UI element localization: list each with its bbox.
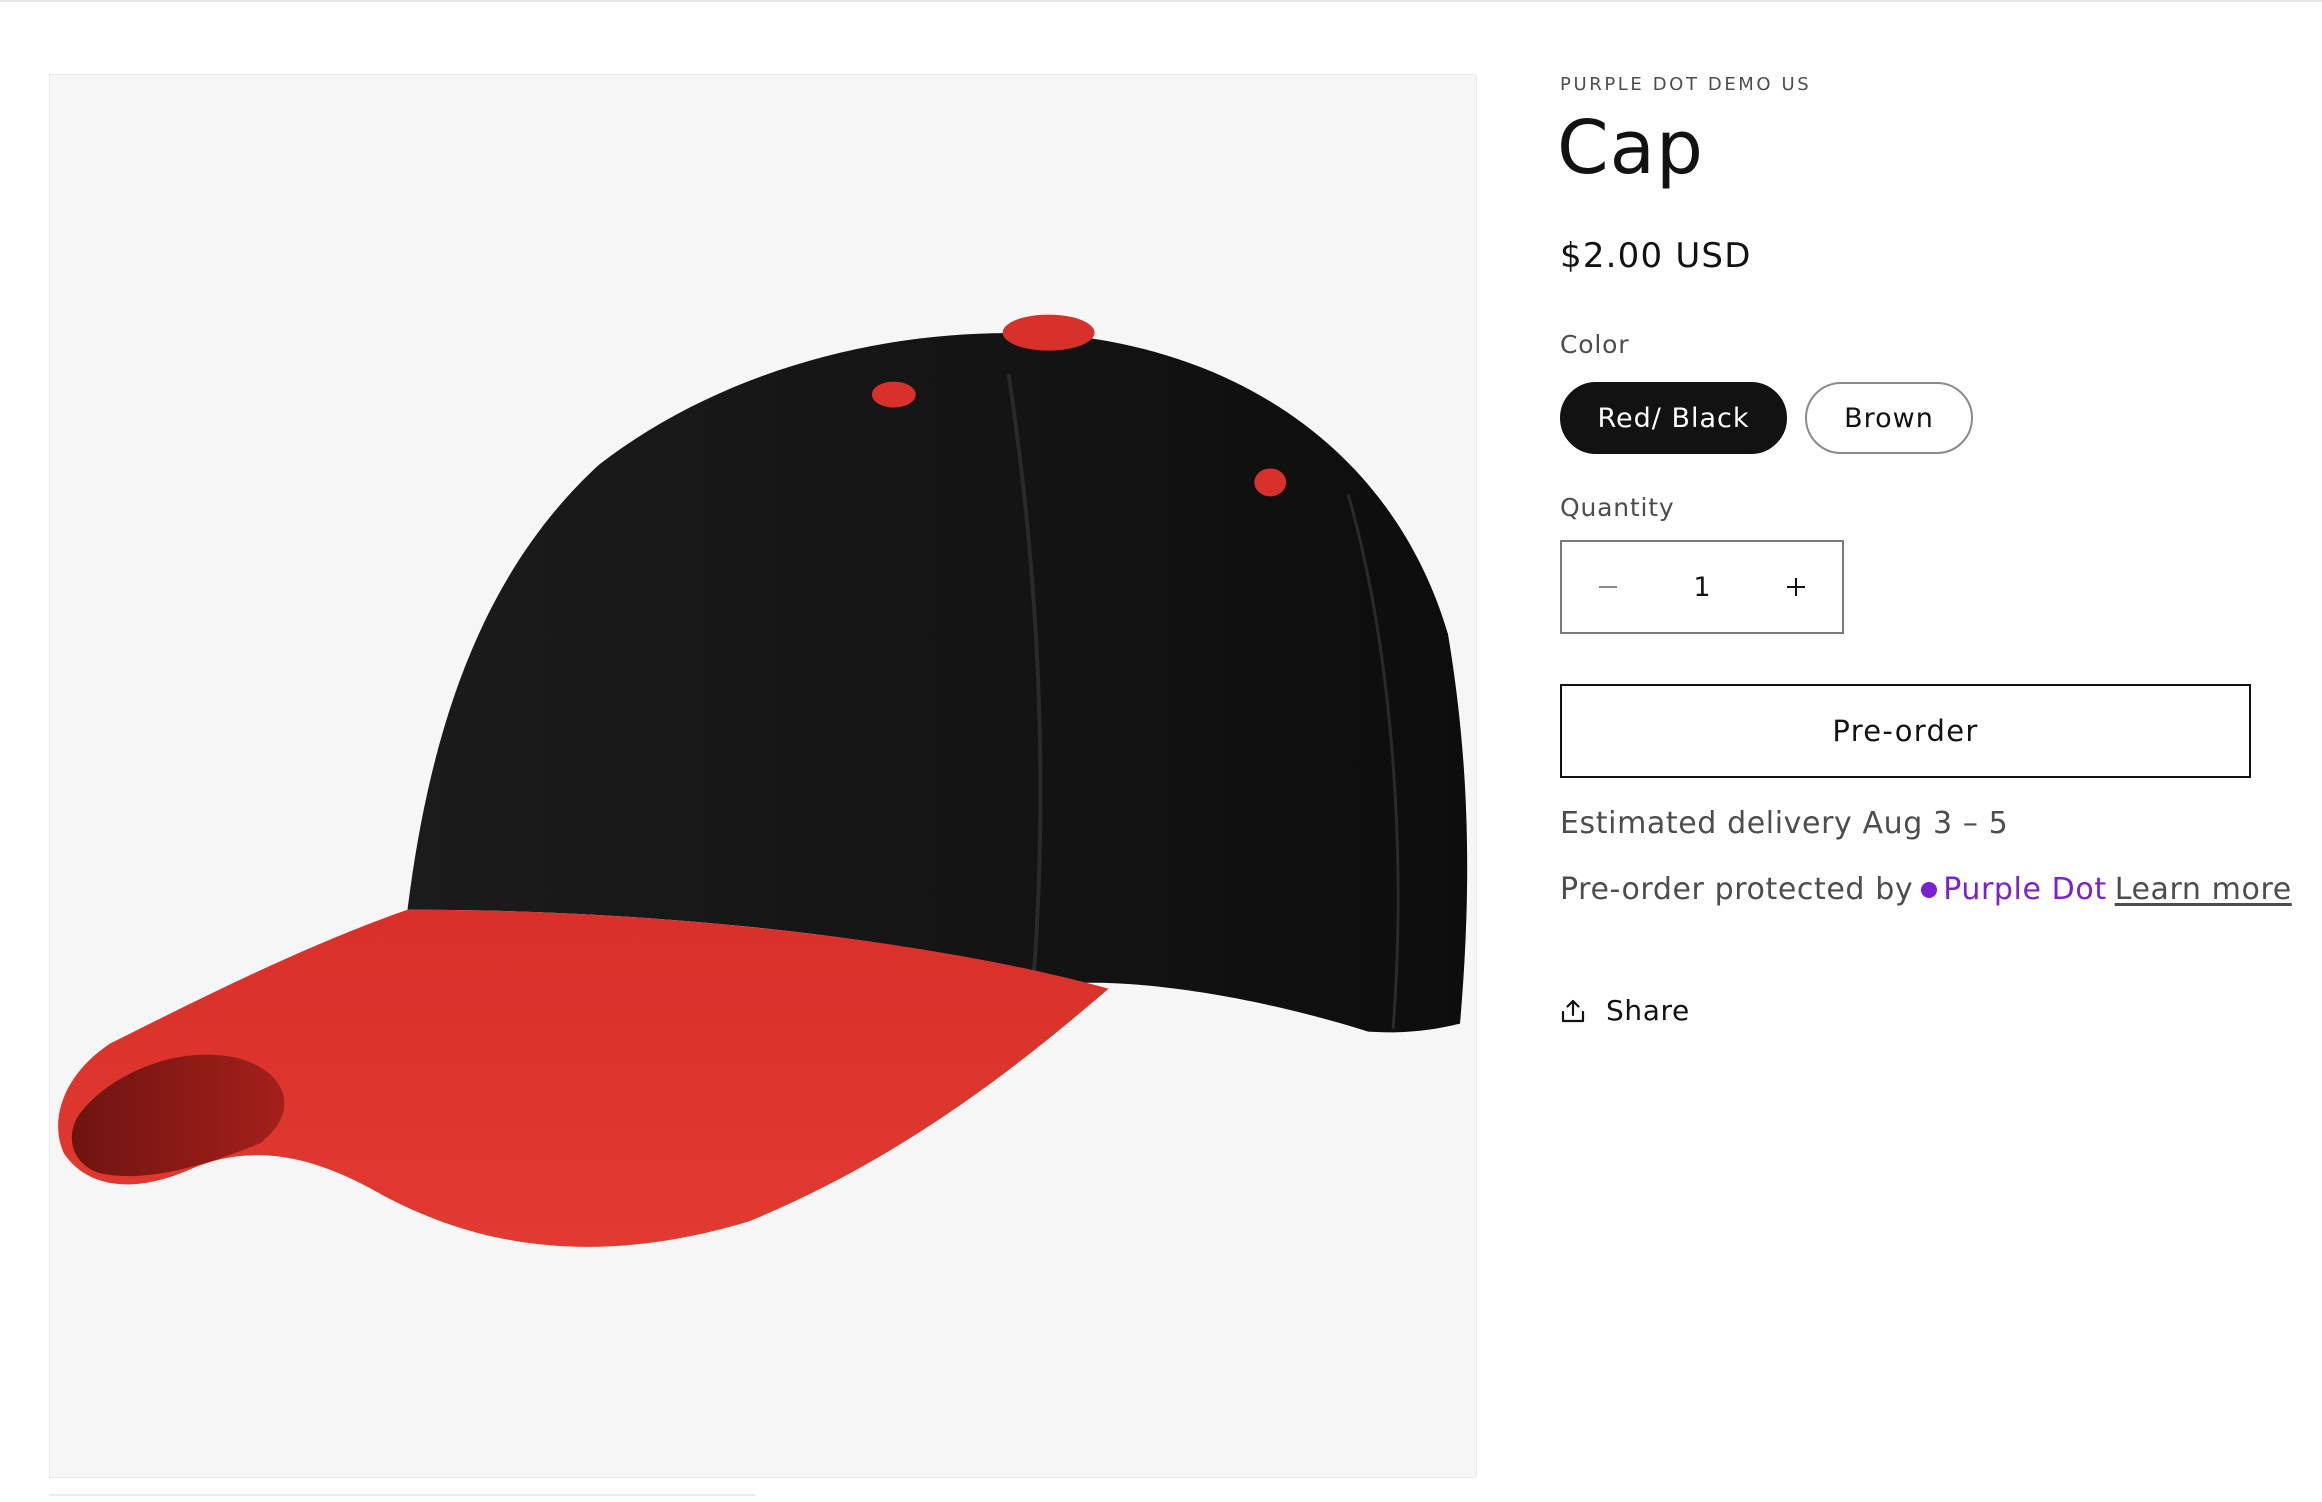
product-title: Cap xyxy=(1557,105,1704,191)
quantity-decrease-button[interactable] xyxy=(1562,542,1654,632)
share-button[interactable]: Share xyxy=(1560,994,1690,1027)
color-option-red-black[interactable]: Red/ Black xyxy=(1560,382,1787,454)
quantity-stepper: 1 xyxy=(1560,540,1844,634)
header-divider xyxy=(0,0,2322,2)
color-option-brown[interactable]: Brown xyxy=(1805,382,1973,454)
share-label: Share xyxy=(1606,994,1690,1027)
purple-dot-brand: Purple Dot xyxy=(1943,872,2107,907)
cap-image xyxy=(58,314,1468,1247)
color-label: Color xyxy=(1560,330,1630,359)
thumbnail-strip[interactable] xyxy=(49,1494,755,1502)
vendor-name: PURPLE DOT DEMO US xyxy=(1560,74,1812,95)
protected-by-text: Pre-order protected by xyxy=(1560,872,1914,907)
purple-dot-icon xyxy=(1921,881,1938,898)
share-icon xyxy=(1561,999,1585,1022)
preorder-protection: Pre-order protected by Purple Dot Learn … xyxy=(1560,872,2292,907)
estimated-delivery: Estimated delivery Aug 3 – 5 xyxy=(1560,806,2009,841)
minus-icon xyxy=(1599,586,1617,588)
quantity-input[interactable]: 1 xyxy=(1654,542,1750,632)
quantity-label: Quantity xyxy=(1560,493,1675,522)
product-price: $2.00 USD xyxy=(1560,236,1752,276)
plus-icon xyxy=(1787,578,1805,596)
preorder-button[interactable]: Pre-order xyxy=(1560,684,2251,778)
product-image[interactable] xyxy=(49,74,1477,1478)
quantity-increase-button[interactable] xyxy=(1750,542,1842,632)
learn-more-link[interactable]: Learn more xyxy=(2115,872,2292,907)
